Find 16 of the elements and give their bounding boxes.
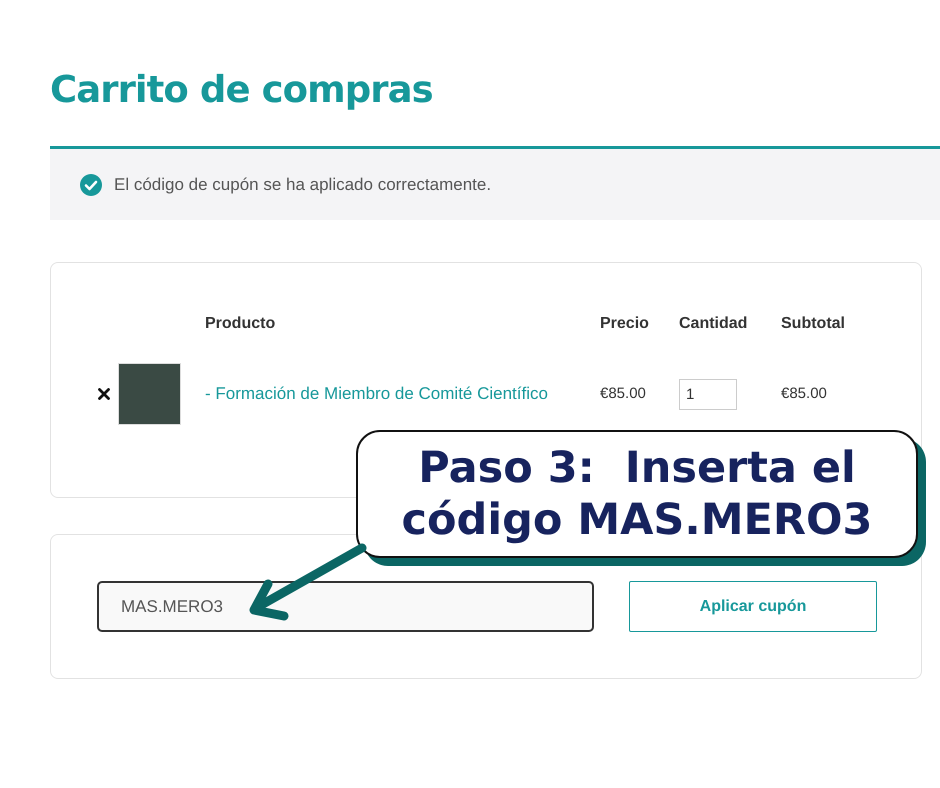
product-photo-placeholder	[118, 363, 181, 425]
product-link[interactable]: - Formación de Miembro de Comité Científico	[205, 384, 548, 403]
column-header: Subtotal	[781, 314, 845, 334]
price-cell: €85.00	[600, 385, 646, 402]
apply-coupon-button[interactable]: Aplicar cupón	[629, 581, 877, 632]
remove-icon[interactable]	[98, 388, 110, 400]
coupon-input[interactable]: MAS.MERO3	[97, 581, 594, 632]
notice-message: El código de cupón se ha aplicado correctamente.	[114, 174, 492, 196]
check-circle-icon	[80, 174, 102, 196]
column-header: Precio	[600, 314, 649, 334]
column-header: Producto	[205, 314, 276, 334]
page-title: Carrito de compras	[50, 67, 433, 113]
column-header: Cantidad	[679, 314, 748, 334]
callout-text: Paso 3: Inserta el código MAS.MERO3	[402, 442, 872, 546]
quantity-input[interactable]: 1	[679, 378, 737, 410]
subtotal-cell: €85.00	[781, 385, 827, 402]
